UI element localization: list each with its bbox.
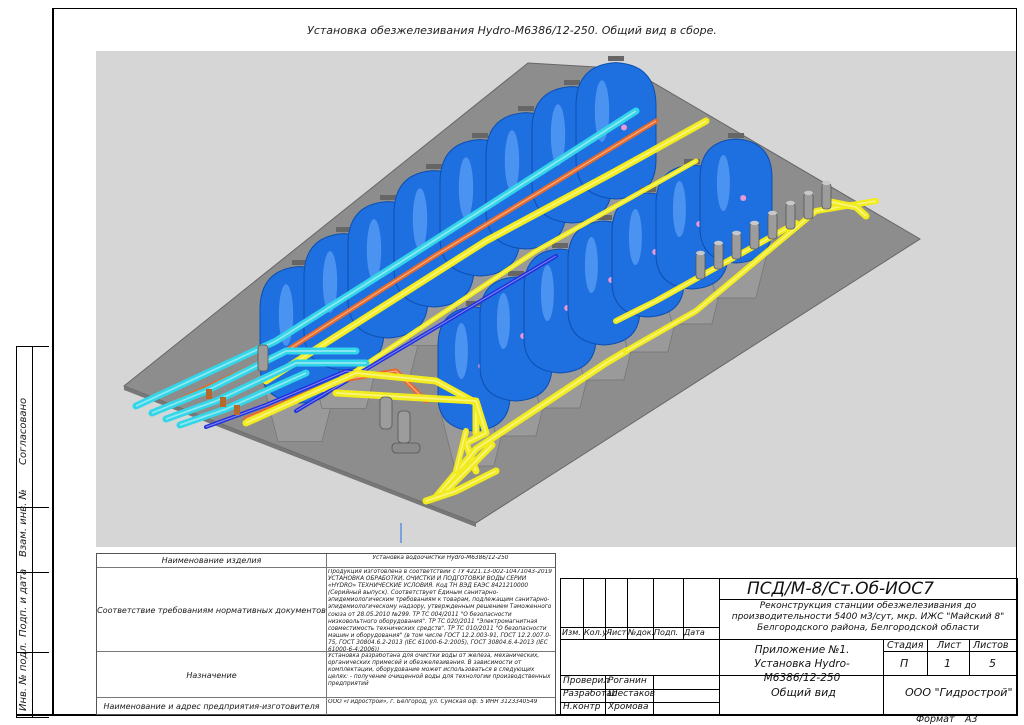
document-code: ПСД/М-8/Ст.Об-ИОС7: [747, 579, 934, 599]
stage-value: П: [900, 657, 909, 670]
filter-housing-2: [397, 410, 411, 444]
stamp-vline-stage: [883, 639, 884, 675]
back-tank-6-lid: [518, 106, 534, 111]
sheet-title: Общий вид: [771, 686, 836, 699]
back-tank-7-lid: [564, 80, 580, 85]
conformity-row-value: Установка водоочистки Hydro-M6386/12-250: [372, 555, 509, 561]
valve-column-3: [731, 232, 742, 260]
conformity-row-label: Наименование и адрес предприятия-изготов…: [97, 698, 327, 715]
format-value: А3: [965, 714, 978, 725]
conformity-row: Соответствие требованиям нормативных док…: [97, 567, 555, 652]
format-label: Формат: [916, 714, 955, 725]
equipment-3d-view: [123, 56, 921, 543]
front-tank-2-shine: [496, 293, 510, 349]
front-tank-3-shine: [540, 265, 554, 321]
stamp-column-header: Дата: [684, 628, 705, 637]
valve-column-5: [767, 212, 778, 240]
inlet-valve-1: [206, 389, 212, 399]
title-block: ПСД/М-8/Ст.Об-ИОС7 Реконструкция станции…: [560, 578, 1018, 716]
stamp-hline-code: [719, 599, 1017, 600]
sheet-document-name: Приложение №1. Установка Hydro-M6386/12-…: [754, 644, 850, 684]
drawing-title: Установка обезжелезивания Hydro-M6386/12…: [307, 24, 717, 37]
valve-column-top-3: [732, 230, 741, 236]
front-tank-4-shine: [584, 237, 598, 293]
project-name: Реконструкция станции обезжелезивания до…: [731, 601, 1005, 633]
stamp-column-header: Изм.: [562, 628, 581, 637]
conformity-row-value: Продукция изготовлена в соответствии с Т…: [328, 569, 552, 652]
stamp-person: Хромова: [608, 702, 649, 712]
back-tank-8-gauge: [621, 124, 627, 131]
stage-label: Стадия: [887, 640, 924, 651]
front-tank-5-shine: [628, 209, 642, 265]
back-tank-4-shine: [412, 188, 428, 250]
conformity-table: Наименование изделия Установка водоочистк…: [96, 553, 556, 715]
valve-column-top-7: [804, 190, 813, 196]
valve-column-top-2: [714, 240, 723, 246]
valve-column-top-6: [786, 200, 795, 206]
back-tank-5-shine: [458, 157, 474, 219]
organization-name: ООО "Гидрострой": [905, 686, 1013, 699]
inlet-valve-2: [220, 397, 226, 407]
valve-column-8: [821, 182, 832, 210]
stamp-vline-org: [883, 675, 884, 715]
side-label-agreed: Согласовано: [18, 397, 29, 465]
sheet-label: Лист: [937, 640, 962, 651]
valve-column-6: [785, 202, 796, 230]
valve-column-7: [803, 192, 814, 220]
front-tank-7-lid: [728, 133, 744, 138]
valve-column-4: [749, 222, 760, 250]
front-tank-1-shine: [454, 323, 468, 379]
side-label-replaced-inv: Взам. инв. №: [18, 489, 29, 557]
conformity-row-label: Назначение: [97, 652, 327, 698]
conformity-row-label: Соответствие требованиям нормативных док…: [97, 568, 327, 652]
stamp-hline-stagehead: [883, 651, 1017, 652]
valve-column-top-5: [768, 210, 777, 216]
conformity-row-value: Установка разработана для очистки воды о…: [328, 653, 551, 688]
back-tank-6-shine: [504, 130, 520, 192]
conformity-row: Наименование и адрес предприятия-изготов…: [97, 697, 555, 715]
valve-column-top-1: [696, 250, 705, 256]
back-tank-5-lid: [472, 133, 488, 138]
sheet-value: 1: [944, 657, 951, 670]
inlet-valve-3: [234, 405, 240, 415]
sheets-value: 5: [989, 657, 996, 670]
stamp-column-header: №док.: [628, 628, 655, 637]
back-tank-4-lid: [426, 164, 442, 169]
front-tank-7-shine: [716, 155, 730, 211]
back-tank-3-lid: [380, 195, 396, 200]
back-tank-3-shine: [366, 219, 382, 281]
stamp-vline-sheet: [927, 639, 928, 675]
stamp-person: Шестаков: [608, 689, 656, 699]
conformity-row: Наименование изделия Установка водоочистк…: [97, 554, 555, 567]
side-label-inv-orig: Инв. № подл.: [18, 642, 29, 711]
side-label-sign-date: Подп. и дата: [18, 568, 29, 637]
valve-column-top-8: [822, 180, 831, 186]
conformity-row-label: Наименование изделия: [97, 554, 327, 567]
frame-top: [52, 8, 1016, 9]
model-viewport[interactable]: [96, 51, 1016, 547]
filter-housing-1: [379, 396, 393, 430]
sheets-label: Листов: [973, 640, 1009, 651]
stamp-vline-sheets: [969, 639, 970, 675]
frame-left: [52, 8, 54, 715]
conformity-row: Назначение Установка разработана для очис…: [97, 651, 555, 698]
pump-body: [391, 442, 421, 454]
stamp-column-header: Подп.: [654, 628, 679, 637]
stamp-role: Н.контр: [563, 702, 601, 712]
conformity-row-value: ООО «Гидрострой», г. Белгород, ул. Сумск…: [328, 699, 538, 705]
valve-column-2: [713, 242, 724, 270]
valve-column-1: [695, 252, 706, 280]
front-tank-3-lid: [552, 243, 568, 248]
side-approval-strip: Согласовано Взам. инв. № Подп. и дата Ин…: [16, 346, 49, 718]
stamp-role: Проверил: [563, 676, 610, 686]
valve-column-top-4: [750, 220, 759, 226]
back-tank-8-lid: [608, 56, 624, 61]
left-column: [257, 344, 269, 372]
stamp-person: Роганин: [608, 676, 647, 686]
front-tank-6-shine: [672, 181, 686, 237]
front-tank-7-gauge: [740, 195, 747, 201]
stamp-column-header: Лист: [606, 628, 627, 637]
